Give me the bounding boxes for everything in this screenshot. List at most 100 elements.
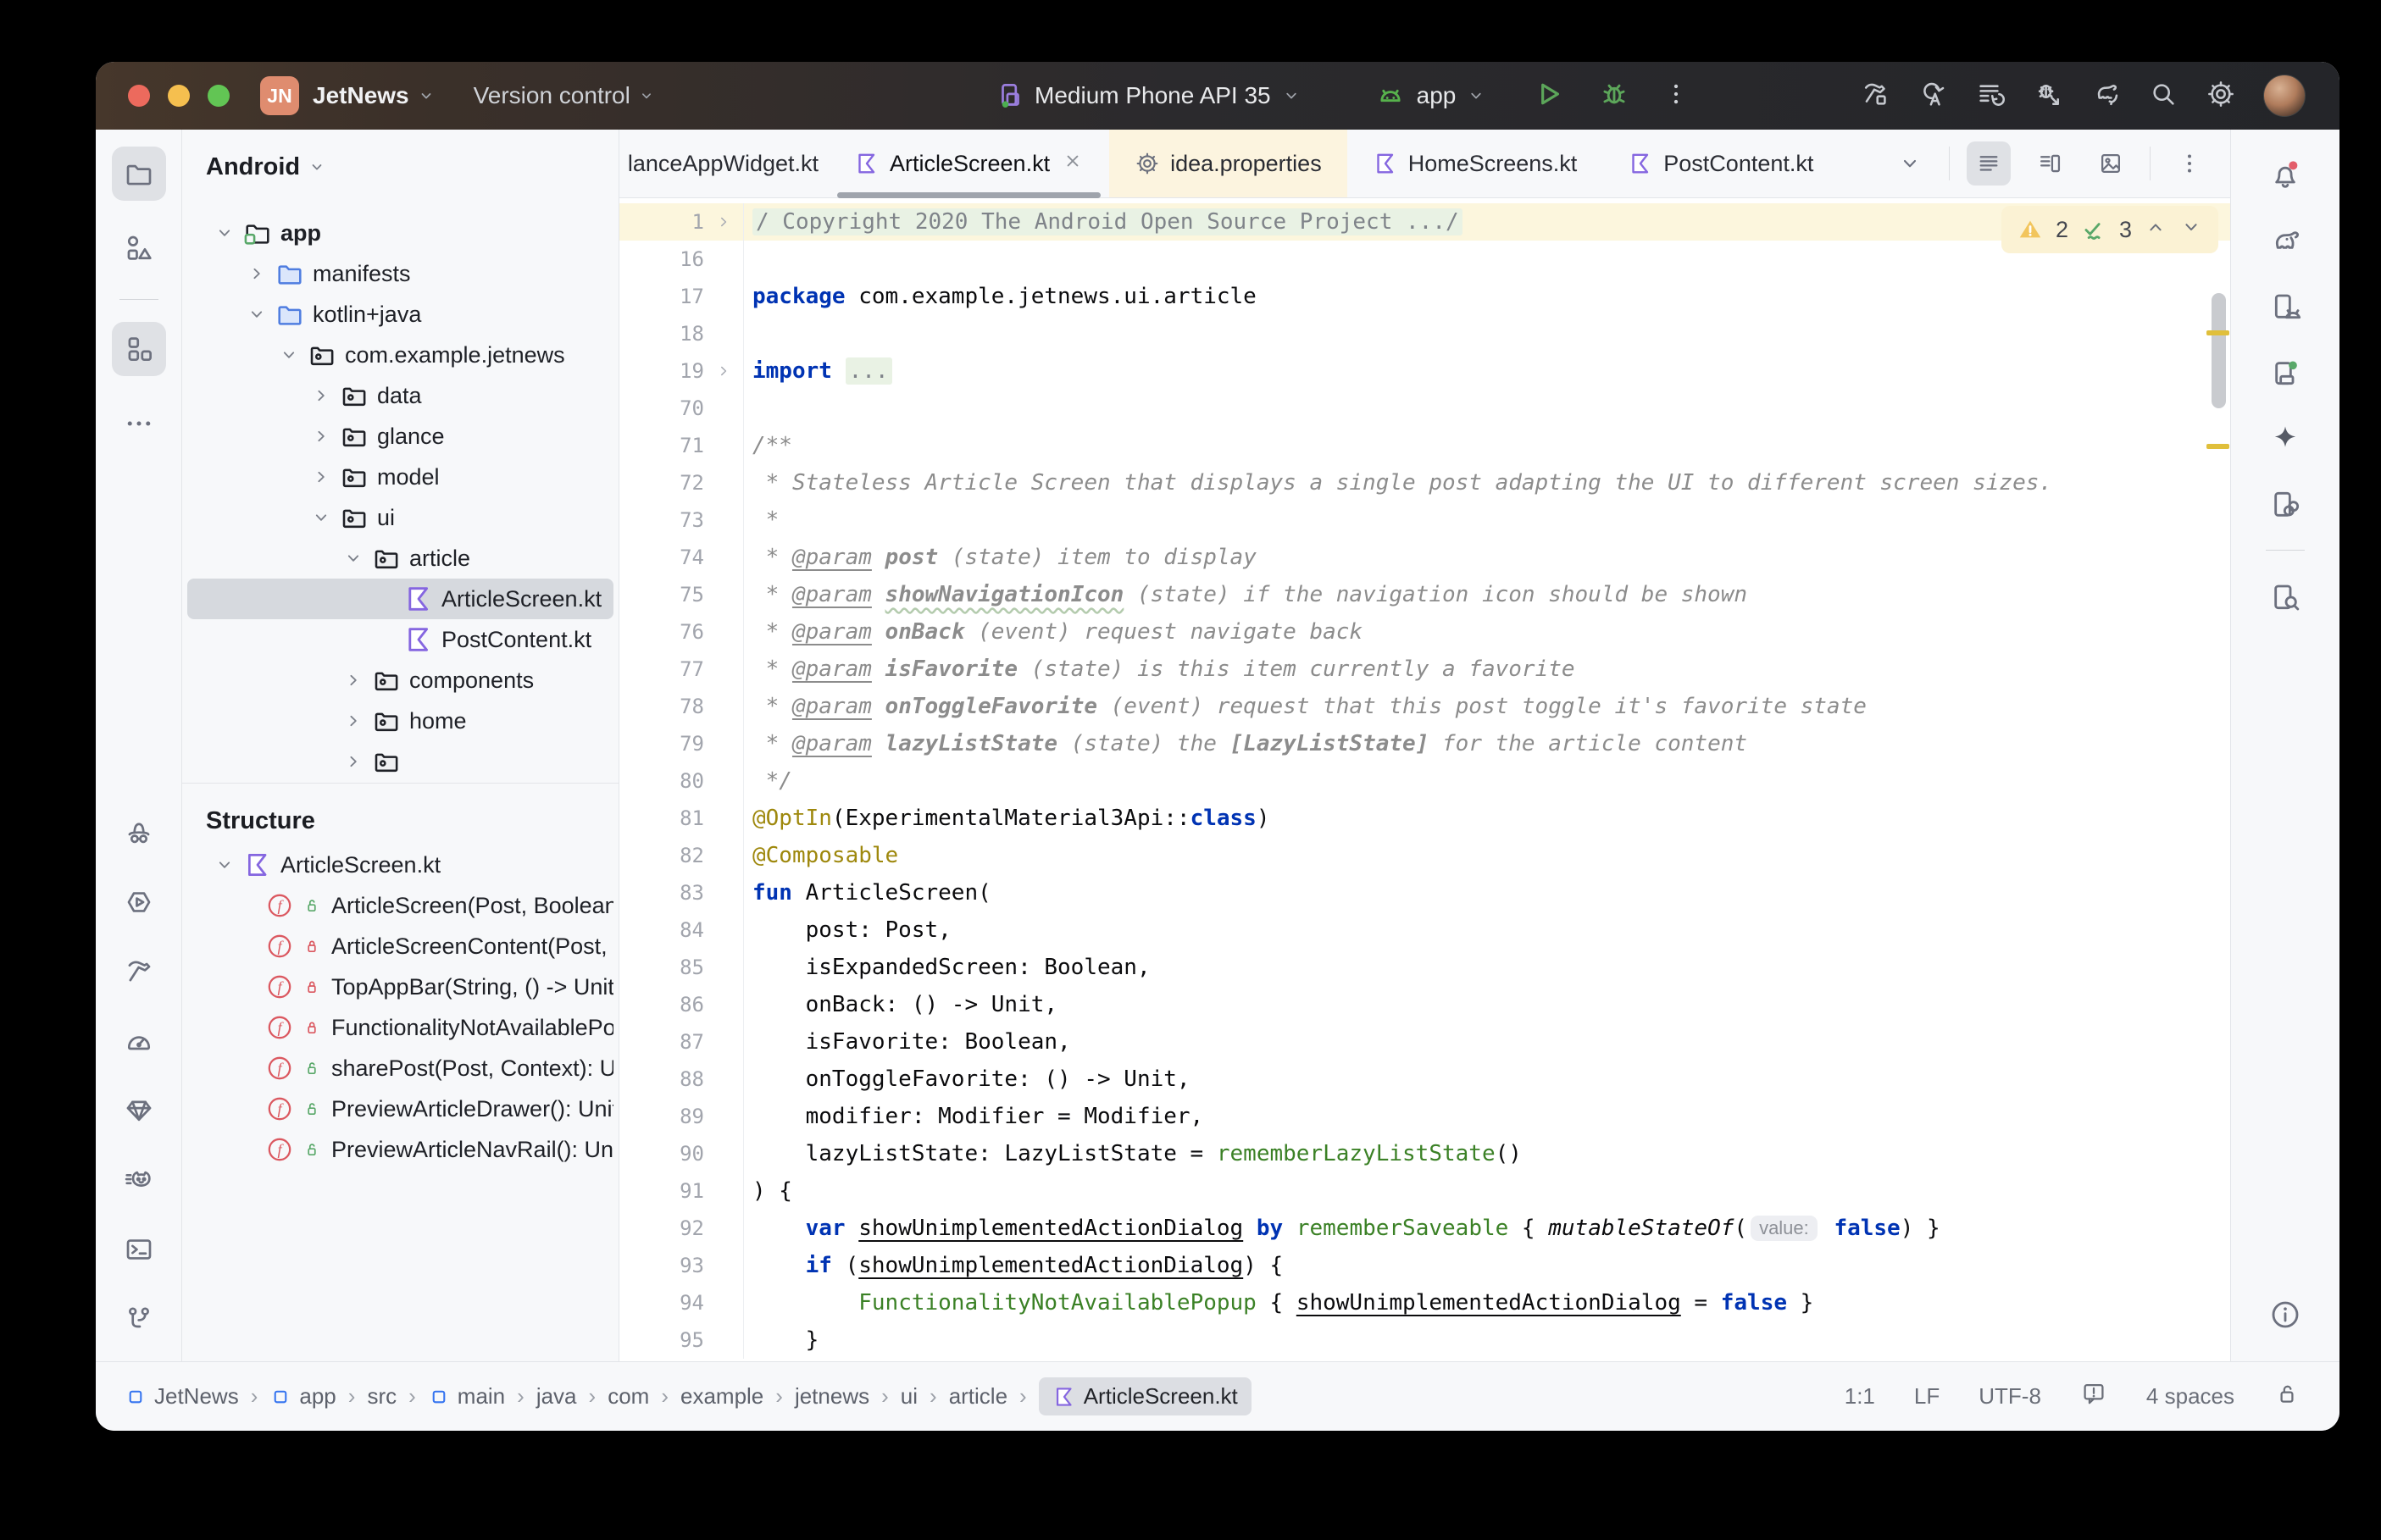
code-line-94[interactable]: 94 FunctionalityNotAvailablePopup { show… (619, 1284, 2230, 1321)
breadcrumb-item-src[interactable]: src (367, 1383, 397, 1410)
warning-stripe-mark[interactable] (2206, 330, 2229, 335)
editor-scrollbar[interactable] (2205, 258, 2230, 1361)
encoding-widget[interactable]: UTF-8 (1979, 1383, 2041, 1410)
minimize-window-button[interactable] (168, 85, 190, 107)
more-tool-windows-button[interactable] (112, 396, 166, 451)
code-line-76[interactable]: 76 * @param onBack (event) request navig… (619, 613, 2230, 651)
structure-tool-button[interactable] (111, 322, 166, 376)
recent-actions-button[interactable] (1975, 79, 2006, 114)
breadcrumb-item-example[interactable]: example (680, 1383, 763, 1410)
editor-tab-articlescreen-kt[interactable]: ArticleScreen.kt (829, 130, 1109, 198)
structure-item[interactable]: f FunctionalityNotAvailablePop (187, 1007, 613, 1048)
breadcrumb-item-jetnews[interactable]: JetNews (125, 1383, 239, 1410)
warning-stripe-mark[interactable] (2206, 444, 2229, 449)
chev-down-icon[interactable] (2179, 215, 2203, 239)
version-control-menu[interactable]: Version control (474, 82, 656, 109)
code-line-17[interactable]: 17 package com.example.jetnews.ui.article (619, 278, 2230, 315)
code-line-84[interactable]: 84 post: Post, (619, 911, 2230, 949)
code-line-81[interactable]: 81 @OptIn (ExperimentalMaterial3Api:: class… (619, 800, 2230, 837)
search-everywhere-button[interactable] (2148, 79, 2178, 114)
structure-item[interactable]: f TopAppBar(String, () -> Unit, (187, 967, 613, 1007)
device-mirroring-tool-button[interactable] (2261, 480, 2310, 529)
tree-item-postcontent-kt[interactable]: PostContent.kt (187, 619, 613, 660)
editor-tab-homescreens-kt[interactable]: HomeScreens.kt (1347, 130, 1603, 197)
code-line-93[interactable]: 93 if (showUnimplementedActionDialog) { (619, 1247, 2230, 1284)
breadcrumb-item-app[interactable]: app (269, 1383, 336, 1410)
code-line-19[interactable]: 19 import ... (619, 352, 2230, 390)
tree-item[interactable] (187, 741, 613, 782)
code-line-70[interactable]: 70 (619, 390, 2230, 427)
breadcrumb-item-java[interactable]: java (536, 1383, 577, 1410)
run-button[interactable] (1532, 78, 1564, 114)
preview-button[interactable] (2089, 141, 2133, 186)
code-line-71[interactable]: 71/** (619, 427, 2230, 464)
breadcrumb-item-ui[interactable]: ui (901, 1383, 918, 1410)
project-name-menu[interactable]: JetNews (313, 82, 409, 109)
prev-problem-button[interactable] (2144, 215, 2167, 245)
attach-debugger-button[interactable] (2033, 79, 2063, 114)
scrollbar-thumb[interactable] (2212, 293, 2226, 408)
structure-item[interactable]: f ArticleScreen(Post, Boolean, (187, 885, 613, 926)
notifications-button[interactable] (2261, 150, 2310, 199)
editor-tab-lanceappwidget-kt[interactable]: lanceAppWidget.kt (619, 130, 829, 197)
unlock-icon[interactable] (2273, 1380, 2301, 1407)
app-inspection-tool-button[interactable] (112, 806, 166, 860)
resource-manager-tool-button[interactable] (112, 221, 166, 275)
debug-button[interactable] (1598, 78, 1630, 114)
tree-item-kotlin-java[interactable]: kotlin+java (187, 294, 613, 335)
next-problem-button[interactable] (2179, 215, 2203, 245)
structure-item[interactable]: f PreviewArticleNavRail(): Unit (187, 1129, 613, 1170)
bubble-warn-icon[interactable] (2080, 1380, 2107, 1407)
code-line-86[interactable]: 86 onBack: () -> Unit, (619, 986, 2230, 1023)
file-lock-widget[interactable] (2273, 1380, 2301, 1413)
code-line-75[interactable]: 75 * @param showNavigationIcon (state) i… (619, 576, 2230, 613)
code-line-82[interactable]: 82 @Composable (619, 837, 2230, 874)
sync-translate-button[interactable] (1918, 79, 1948, 114)
close-icon[interactable] (1062, 150, 1084, 172)
code-line-88[interactable]: 88 onToggleFavorite: () -> Unit, (619, 1061, 2230, 1098)
code-line-1[interactable]: 1/ Copyright 2020 The Android Open Sourc… (619, 203, 2230, 241)
structure-item[interactable]: f PreviewArticleDrawer(): Unit (187, 1089, 613, 1129)
inspections-widget[interactable]: 23 (2001, 206, 2218, 253)
build-button[interactable] (1860, 79, 1890, 114)
code-line-89[interactable]: 89 modifier: Modifier = Modifier, (619, 1098, 2230, 1135)
code-line-74[interactable]: 74 * @param post (state) item to display (619, 539, 2230, 576)
code-line-83[interactable]: 83 fun ArticleScreen( (619, 874, 2230, 911)
code-line-18[interactable]: 18 (619, 315, 2230, 352)
editor-tab-postcontent-kt[interactable]: PostContent.kt (1602, 130, 1839, 197)
tree-item-home[interactable]: home (187, 701, 613, 741)
code-line-77[interactable]: 77 * @param isFavorite (state) is this i… (619, 651, 2230, 688)
project-view-selector[interactable]: Android (182, 143, 619, 191)
code-line-73[interactable]: 73 * (619, 501, 2230, 539)
code-line-90[interactable]: 90 lazyListState: LazyListState = rememb… (619, 1135, 2230, 1172)
code-line-85[interactable]: 85 isExpandedScreen: Boolean, (619, 949, 2230, 986)
breadcrumb-item-main[interactable]: main (428, 1383, 505, 1410)
logcat-tool-button[interactable] (112, 1153, 166, 1207)
tree-item-manifests[interactable]: manifests (187, 253, 613, 294)
settings-button[interactable] (2206, 79, 2236, 114)
run-config-selector[interactable]: app (1374, 80, 1487, 112)
editor-view-mode-button[interactable] (1967, 141, 2011, 186)
breadcrumb-item-jetnews[interactable]: jetnews (795, 1383, 869, 1410)
tree-item-app[interactable]: app (187, 213, 613, 253)
editor-options-button[interactable] (2167, 141, 2212, 186)
gradle-sync-button[interactable] (2090, 79, 2121, 114)
structure-item[interactable]: f ArticleScreenContent(Post, () (187, 926, 613, 967)
gradle-tool-button[interactable] (2261, 216, 2310, 265)
code-editor[interactable]: 1/ Copyright 2020 The Android Open Sourc… (619, 198, 2230, 1361)
code-line-92[interactable]: 92 var showUnimplementedActionDialog by … (619, 1210, 2230, 1247)
code-line-72[interactable]: 72 * Stateless Article Screen that displ… (619, 464, 2230, 501)
code-line-16[interactable]: 16 (619, 241, 2230, 278)
services-tool-button[interactable] (112, 875, 166, 929)
code-line-95[interactable]: 95 } (619, 1321, 2230, 1359)
terminal-tool-button[interactable] (112, 1222, 166, 1277)
close-tab-button[interactable] (1062, 150, 1084, 178)
build-tool-button[interactable] (112, 944, 166, 999)
running-devices-tool-button[interactable] (2261, 348, 2310, 397)
tree-item-com-example-jetnews[interactable]: com.example.jetnews (187, 335, 613, 375)
chev-up-icon[interactable] (2144, 215, 2167, 239)
device-explorer-tool-button[interactable] (2261, 573, 2310, 622)
tree-item-model[interactable]: model (187, 457, 613, 497)
chev-right-icon[interactable] (714, 362, 733, 380)
code-line-80[interactable]: 80 */ (619, 762, 2230, 800)
